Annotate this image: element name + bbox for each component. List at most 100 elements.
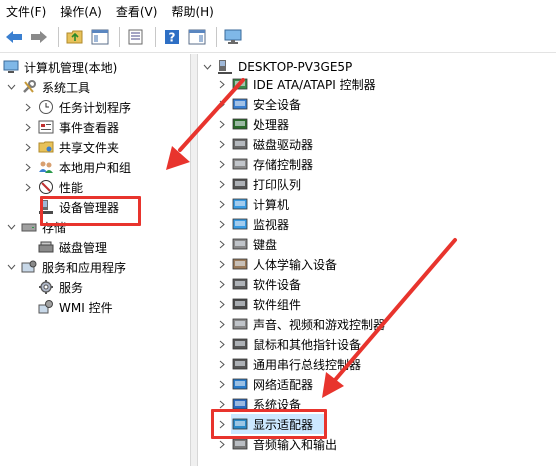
chevron-right-icon[interactable]: [216, 258, 228, 270]
device-category[interactable]: 安全设备: [216, 94, 301, 114]
device-category[interactable]: 打印队列: [216, 174, 301, 194]
chevron-right-icon[interactable]: [22, 141, 34, 153]
up-folder-icon[interactable]: [64, 26, 86, 48]
storage-controller-icon: [232, 156, 248, 172]
help-icon[interactable]: ?: [161, 26, 183, 48]
tree-label: WMI 控件: [59, 300, 113, 315]
back-arrow-icon[interactable]: [3, 26, 25, 48]
properties-icon[interactable]: [125, 26, 147, 48]
tree-item-task-scheduler[interactable]: 任务计划程序: [22, 97, 131, 117]
menu-bar: 文件(F) 操作(A) 查看(V) 帮助(H): [0, 0, 556, 22]
disk-management-icon: [38, 239, 54, 255]
chevron-right-icon[interactable]: [216, 178, 228, 190]
chevron-right-icon[interactable]: [216, 338, 228, 350]
tree-label: IDE ATA/ATAPI 控制器: [253, 77, 376, 92]
computer-icon: [232, 196, 248, 212]
toolbar-separator: [119, 27, 120, 47]
tree-label: 任务计划程序: [59, 100, 132, 115]
chevron-right-icon[interactable]: [216, 378, 228, 390]
device-category[interactable]: 监视器: [216, 214, 289, 234]
display-adapter-highlight: [211, 409, 327, 439]
chevron-right-icon[interactable]: [216, 118, 228, 130]
tree-label: 事件查看器: [59, 120, 120, 135]
device-category[interactable]: 声音、视频和游戏控制器: [216, 314, 385, 334]
keyboard-icon: [232, 236, 248, 252]
device-category[interactable]: 软件设备: [216, 274, 301, 294]
chevron-right-icon[interactable]: [216, 98, 228, 110]
tree-item-disk-management[interactable]: 磁盘管理: [38, 237, 107, 257]
chevron-right-icon[interactable]: [216, 198, 228, 210]
chevron-right-icon[interactable]: [22, 161, 34, 173]
tree-label: 安全设备: [253, 97, 302, 112]
menu-view[interactable]: 查看(V): [116, 3, 158, 20]
chevron-right-icon[interactable]: [216, 158, 228, 170]
tree-item-services[interactable]: 服务: [38, 277, 83, 297]
tools-icon: [21, 79, 37, 95]
chevron-down-icon[interactable]: [5, 261, 17, 273]
tree-label: 监视器: [253, 217, 290, 232]
chevron-right-icon[interactable]: [216, 218, 228, 230]
chevron-down-icon[interactable]: [5, 81, 17, 93]
wmi-control-icon: [38, 299, 54, 315]
tree-label: 声音、视频和游戏控制器: [253, 317, 386, 332]
services-apps-icon: [21, 259, 37, 275]
chevron-right-icon[interactable]: [22, 181, 34, 193]
navigation-tree: 计算机管理(本地) 系统工具 任务计划程序 事件查看器 共享文件夹 本地用户和组: [0, 54, 190, 466]
tree-item-services-apps[interactable]: 服务和应用程序: [5, 257, 126, 277]
toolbar: ?: [0, 22, 556, 53]
chevron-right-icon[interactable]: [216, 438, 228, 450]
shared-folder-icon: [38, 139, 54, 155]
device-category[interactable]: 通用串行总线控制器: [216, 354, 361, 374]
chevron-right-icon[interactable]: [216, 278, 228, 290]
network-adapter-icon: [232, 376, 248, 392]
device-category[interactable]: 人体学输入设备: [216, 254, 337, 274]
tree-item-local-users[interactable]: 本地用户和组: [22, 157, 131, 177]
device-category[interactable]: 存储控制器: [216, 154, 313, 174]
tree-label: 服务和应用程序: [42, 260, 127, 275]
device-category[interactable]: IDE ATA/ATAPI 控制器: [216, 74, 376, 94]
chevron-down-icon[interactable]: [5, 221, 17, 233]
menu-action[interactable]: 操作(A): [60, 3, 102, 20]
chevron-right-icon[interactable]: [216, 358, 228, 370]
chevron-right-icon[interactable]: [216, 78, 228, 90]
chevron-down-icon[interactable]: [201, 61, 213, 73]
printer-icon: [232, 176, 248, 192]
device-category[interactable]: 磁盘驱动器: [216, 134, 313, 154]
tree-item-event-viewer[interactable]: 事件查看器: [22, 117, 119, 137]
tree-item-wmi[interactable]: WMI 控件: [38, 297, 113, 317]
device-category[interactable]: 软件组件: [216, 294, 301, 314]
menu-file[interactable]: 文件(F): [6, 3, 46, 20]
chevron-right-icon[interactable]: [22, 101, 34, 113]
users-icon: [38, 159, 54, 175]
chevron-right-icon[interactable]: [216, 238, 228, 250]
monitor-icon[interactable]: [222, 26, 244, 48]
tree-item-system-tools[interactable]: 系统工具: [5, 77, 90, 97]
usb-icon: [232, 356, 248, 372]
chevron-right-icon[interactable]: [216, 318, 228, 330]
monitor-icon: [232, 216, 248, 232]
computer-icon: [217, 59, 233, 75]
device-category[interactable]: 网络适配器: [216, 374, 313, 394]
show-hide-tree-icon[interactable]: [89, 26, 111, 48]
tree-item-shared-folders[interactable]: 共享文件夹: [22, 137, 119, 157]
tree-label: 性能: [59, 180, 84, 195]
device-category[interactable]: 键盘: [216, 234, 277, 254]
chevron-right-icon[interactable]: [22, 121, 34, 133]
action-pane-icon[interactable]: [186, 26, 208, 48]
menu-help[interactable]: 帮助(H): [171, 3, 213, 20]
chevron-right-icon[interactable]: [216, 138, 228, 150]
pane-splitter[interactable]: [190, 54, 198, 466]
device-category[interactable]: 处理器: [216, 114, 289, 134]
processor-icon: [232, 116, 248, 132]
tree-item-performance[interactable]: 性能: [22, 177, 83, 197]
storage-icon: [21, 219, 37, 235]
tree-item-root[interactable]: 计算机管理(本地): [3, 57, 117, 77]
forward-arrow-icon[interactable]: [28, 26, 50, 48]
device-category[interactable]: 计算机: [216, 194, 289, 214]
chevron-right-icon[interactable]: [216, 298, 228, 310]
tree-label: DESKTOP-PV3GE5P: [238, 60, 353, 74]
device-manager-highlight: [40, 196, 141, 226]
disk-drive-icon: [232, 136, 248, 152]
tree-label: 计算机: [253, 197, 290, 212]
device-category[interactable]: 鼠标和其他指针设备: [216, 334, 361, 354]
